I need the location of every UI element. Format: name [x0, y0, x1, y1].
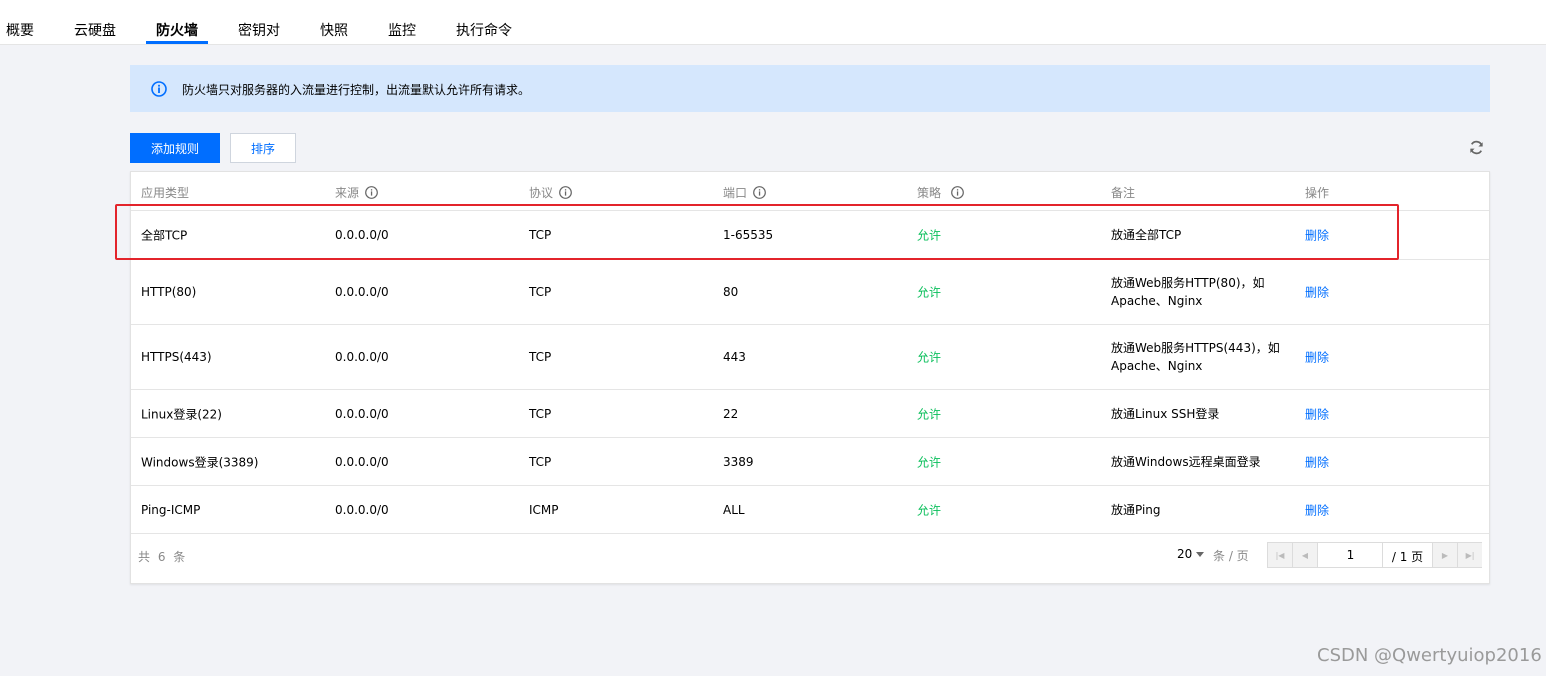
cell-source: 0.0.0.0/0	[335, 285, 389, 299]
cell-protocol: TCP	[529, 406, 552, 421]
cell-note: 放通Linux SSH登录	[1111, 406, 1220, 421]
tab-key-pair[interactable]: 密钥对	[238, 20, 280, 40]
page-size-unit: 条 / 页	[1213, 549, 1249, 563]
chevron-down-icon	[1196, 552, 1205, 557]
cell-app-type: HTTP(80)	[141, 285, 197, 299]
sort-button[interactable]: 排序	[230, 133, 296, 163]
cell-note: 放通Web服务HTTP(80)，如Apache、Nginx	[1111, 276, 1265, 308]
delete-rule-link[interactable]: 删除	[1305, 227, 1329, 244]
tab-bar: 概要 云硬盘 防火墙 密钥对 快照 监控 执行命令	[0, 0, 1546, 45]
help-icon[interactable]	[951, 186, 964, 199]
delete-rule-link[interactable]: 删除	[1305, 501, 1329, 518]
column-header-note: 备注	[1111, 186, 1136, 200]
tab-firewall[interactable]: 防火墙	[156, 20, 198, 40]
cell-source: 0.0.0.0/0	[335, 228, 389, 242]
cell-policy: 允许	[917, 228, 942, 243]
notice-text: 防火墙只对服务器的入流量进行控制，出流量默认允许所有请求。	[182, 83, 531, 97]
total-pages: / 1 页	[1391, 550, 1424, 564]
cell-app-type: Linux登录(22)	[141, 407, 222, 421]
column-header-protocol: 协议	[529, 184, 572, 201]
cell-port: 80	[723, 285, 739, 299]
delete-rule-link[interactable]: 删除	[1305, 405, 1329, 422]
firewall-rules-table: 应用类型 来源 协议 端口 策略 备注 操作 全部TCP 0.0.0.0/0 T…	[130, 171, 1490, 584]
column-header-action: 操作	[1305, 186, 1330, 200]
page-size-select[interactable]: 20	[1177, 547, 1205, 561]
cell-port: ALL	[723, 502, 745, 517]
cell-note: 放通Web服务HTTPS(443)，如Apache、Nginx	[1111, 341, 1280, 373]
table-row: HTTP(80) 0.0.0.0/0 TCP 80 允许 放通Web服务HTTP…	[131, 260, 1489, 325]
tab-monitor[interactable]: 监控	[388, 20, 416, 40]
column-header-source: 来源	[335, 184, 378, 201]
cell-source: 0.0.0.0/0	[335, 502, 389, 517]
help-icon[interactable]	[365, 186, 378, 199]
cell-policy: 允许	[917, 285, 942, 300]
cell-policy: 允许	[917, 407, 942, 421]
delete-rule-link[interactable]: 删除	[1305, 284, 1329, 301]
cell-app-type: HTTPS(443)	[141, 350, 212, 364]
table-row: Ping-ICMP 0.0.0.0/0 ICMP ALL 允许 放通Ping 删…	[131, 486, 1489, 534]
prev-page-icon[interactable]: ◀	[1293, 543, 1318, 567]
cell-protocol: TCP	[529, 350, 552, 364]
table-row: Windows登录(3389) 0.0.0.0/0 TCP 3389 允许 放通…	[131, 438, 1489, 486]
total-count: 共 6 条	[138, 550, 188, 564]
table-row: Linux登录(22) 0.0.0.0/0 TCP 22 允许 放通Linux …	[131, 390, 1489, 438]
cell-note: 放通全部TCP	[1111, 228, 1182, 242]
tab-execute-command[interactable]: 执行命令	[456, 20, 512, 40]
page-number-input[interactable]	[1319, 543, 1383, 567]
delete-rule-link[interactable]: 删除	[1305, 349, 1329, 366]
cell-source: 0.0.0.0/0	[335, 350, 389, 364]
delete-rule-link[interactable]: 删除	[1305, 453, 1329, 470]
table-header: 应用类型 来源 协议 端口 策略 备注 操作	[131, 172, 1489, 211]
cell-protocol: TCP	[529, 228, 552, 242]
cell-source: 0.0.0.0/0	[335, 406, 389, 421]
column-header-app-type: 应用类型	[141, 186, 190, 200]
cell-policy: 允许	[917, 350, 942, 365]
add-rule-button[interactable]: 添加规则	[130, 133, 220, 163]
cell-app-type: Ping-ICMP	[141, 502, 201, 517]
tab-overview[interactable]: 概要	[6, 20, 34, 40]
first-page-icon[interactable]: |◀	[1268, 543, 1293, 567]
refresh-icon[interactable]	[1468, 139, 1485, 156]
cell-protocol: TCP	[529, 454, 552, 469]
next-page-icon[interactable]: ▶	[1432, 543, 1457, 567]
cell-note: 放通Windows远程桌面登录	[1111, 454, 1261, 469]
tab-snapshot[interactable]: 快照	[320, 20, 348, 40]
cell-protocol: TCP	[529, 285, 552, 299]
table-row: 全部TCP 0.0.0.0/0 TCP 1-65535 允许 放通全部TCP 删…	[131, 211, 1489, 260]
help-icon[interactable]	[559, 186, 572, 199]
cell-note: 放通Ping	[1111, 502, 1161, 517]
tab-cloud-disk[interactable]: 云硬盘	[74, 20, 116, 40]
cell-app-type: Windows登录(3389)	[141, 455, 259, 469]
cell-policy: 允许	[917, 455, 942, 469]
info-icon	[151, 81, 167, 97]
cell-source: 0.0.0.0/0	[335, 454, 389, 469]
cell-port: 443	[723, 350, 746, 364]
column-header-policy: 策略	[917, 184, 964, 201]
cell-port: 1-65535	[723, 228, 774, 242]
table-row: HTTPS(443) 0.0.0.0/0 TCP 443 允许 放通Web服务H…	[131, 325, 1489, 390]
cell-protocol: ICMP	[529, 502, 559, 517]
cell-port: 22	[723, 406, 739, 421]
cell-policy: 允许	[917, 503, 942, 517]
notice-banner: 防火墙只对服务器的入流量进行控制，出流量默认允许所有请求。	[130, 65, 1490, 112]
watermark: CSDN @Qwertyuiop2016	[1317, 645, 1542, 666]
last-page-icon[interactable]: ▶|	[1457, 543, 1482, 567]
active-tab-indicator	[146, 41, 208, 44]
column-header-port: 端口	[723, 184, 766, 201]
cell-app-type: 全部TCP	[141, 228, 188, 243]
help-icon[interactable]	[753, 186, 766, 199]
cell-port: 3389	[723, 454, 754, 469]
pagination: |◀ ◀ / 1 页 ▶ ▶|	[1267, 542, 1482, 568]
